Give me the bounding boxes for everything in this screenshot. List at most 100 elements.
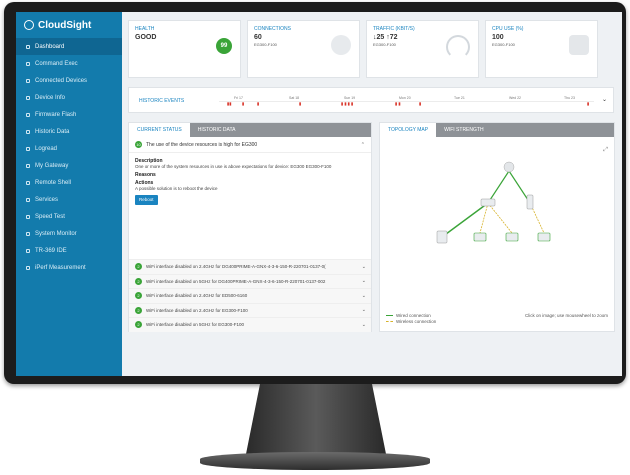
list-item[interactable]: 2 WiFi interface disabled on 5GHz for EG3… — [129, 317, 371, 332]
sidebar-item-label: Speed Test — [35, 213, 65, 220]
alert-body: Description One or more of the system re… — [129, 153, 371, 208]
card-title: CPU USE (%) — [492, 26, 524, 32]
sidebar-item-device-info[interactable]: Device Info — [16, 89, 122, 106]
monitor-stand — [246, 384, 386, 454]
chevron-down-icon[interactable]: ⌄ — [362, 264, 366, 270]
brand[interactable]: CloudSight — [16, 12, 122, 38]
actions-text: A possible solution is to reboot the dev… — [135, 186, 218, 191]
gauge-icon — [446, 35, 470, 59]
list-item[interactable]: 2 WiFi interface disabled on 2.4GHz for E… — [129, 302, 371, 317]
alert-count-badge: 10 — [135, 141, 142, 148]
timeline-day: Fri 17 — [234, 96, 243, 100]
sidebar-item-command-exec[interactable]: Command Exec — [16, 55, 122, 72]
log-icon — [26, 146, 30, 151]
alert-count-badge: 2 — [135, 306, 142, 314]
sidebar: CloudSight Dashboard Command Exec Connec… — [16, 12, 122, 376]
sidebar-item-dashboard[interactable]: Dashboard — [16, 38, 122, 55]
sidebar-item-speed-test[interactable]: Speed Test — [16, 208, 122, 225]
event-marker[interactable]: ▮ — [299, 101, 301, 106]
topology-panel: TOPOLOGY MAP WIFI STRENGTH ⤢ Wired conne… — [379, 122, 615, 332]
connections-card[interactable]: CONNECTIONS 60 EG300-F100 — [247, 20, 360, 78]
sidebar-item-system-monitor[interactable]: System Monitor — [16, 225, 122, 242]
event-marker[interactable]: ▮ ▮ — [395, 101, 401, 106]
device-node-icon — [473, 232, 487, 242]
alert-text: WiFi interface disabled on 5GHz for EG30… — [146, 322, 245, 328]
alert-text: WiFi interface disabled on 2.4GHz for EG… — [146, 307, 248, 313]
tab-topology-map[interactable]: TOPOLOGY MAP — [380, 123, 437, 137]
health-score-badge: 99 — [216, 38, 232, 54]
chevron-down-icon[interactable]: ⌄ — [362, 322, 366, 328]
event-marker[interactable]: ▮ — [419, 101, 421, 106]
main-content: HEALTH GOOD 99 CONNECTIONS 60 EG300-F100… — [122, 12, 622, 376]
extender-node-icon — [526, 194, 534, 210]
alert-text: WiFi interface disabled on 2.4GHz for DG… — [146, 264, 326, 270]
device-node-icon — [505, 232, 519, 242]
sidebar-item-remote-shell[interactable]: Remote Shell — [16, 174, 122, 191]
tab-current-status[interactable]: CURRENT STATUS — [129, 123, 190, 137]
cpu-card[interactable]: CPU USE (%) 100 EG300-F100 — [485, 20, 598, 78]
wired-link — [487, 170, 510, 204]
sidebar-item-label: TR-369 IDE — [35, 247, 67, 254]
chevron-up-icon[interactable]: ⌃ — [361, 142, 365, 148]
events-title: HISTORIC EVENTS — [139, 98, 185, 104]
alert-text: WiFi interface disabled on 2.4GHz for ED… — [146, 293, 248, 299]
router-node-icon — [480, 198, 496, 207]
card-title: CONNECTIONS — [254, 26, 291, 32]
info-icon — [26, 95, 30, 100]
alert-count-badge: 2 — [135, 263, 142, 271]
events-timeline[interactable] — [219, 101, 594, 102]
wired-line-icon — [386, 315, 393, 317]
legend-label: Wired connection — [396, 313, 431, 318]
chip-icon — [26, 112, 30, 117]
sidebar-item-services[interactable]: Services — [16, 191, 122, 208]
list-item[interactable]: 2 WiFi interface disabled on 2.4GHz for E… — [129, 288, 371, 303]
tab-historic-data[interactable]: HISTORIC DATA — [190, 123, 244, 137]
chevron-down-icon[interactable]: ⌄ — [602, 96, 607, 103]
chevron-down-icon[interactable]: ⌄ — [362, 307, 366, 313]
alert-header[interactable]: 10 The use of the device resources is hi… — [129, 137, 371, 153]
sidebar-item-historic-data[interactable]: Historic Data — [16, 123, 122, 140]
wireless-line-icon — [386, 321, 393, 323]
event-marker[interactable]: ▮ — [587, 101, 589, 106]
sidebar-item-connected-devices[interactable]: Connected Devices — [16, 72, 122, 89]
event-marker[interactable]: ▮ — [242, 101, 244, 106]
sidebar-item-label: My Gateway — [35, 162, 69, 169]
sidebar-item-label: Connected Devices — [35, 77, 88, 84]
health-card[interactable]: HEALTH GOOD 99 — [128, 20, 241, 78]
event-marker[interactable]: ▮▮ — [227, 101, 231, 106]
sidebar-item-label: System Monitor — [35, 230, 77, 237]
sidebar-item-logread[interactable]: Logread — [16, 140, 122, 157]
event-marker[interactable]: ▮ — [257, 101, 259, 106]
timeline-day: Wed 22 — [509, 96, 521, 100]
alert-count-badge: 2 — [135, 321, 142, 329]
sidebar-item-label: Remote Shell — [35, 179, 72, 186]
topology-map[interactable] — [380, 137, 616, 307]
traffic-card[interactable]: TRAFFIC (KBIT/S) ↓25 ↑72 EG300-F100 — [366, 20, 479, 78]
list-item[interactable]: 2 WiFi interface disabled on 2.4GHz for D… — [129, 259, 371, 274]
tab-wifi-strength[interactable]: WIFI STRENGTH — [436, 123, 491, 137]
reboot-button[interactable]: Reboot — [135, 195, 158, 205]
timeline-day: Sun 19 — [344, 96, 356, 100]
event-marker[interactable]: ▮ ▮ ▮ ▮ — [341, 101, 353, 106]
cloud-logo-icon — [24, 20, 34, 30]
screen: CloudSight Dashboard Command Exec Connec… — [16, 12, 622, 376]
list-item[interactable]: 2 WiFi interface disabled on 5GHz for DG4… — [129, 273, 371, 288]
sidebar-item-iperf-measurement[interactable]: iPerf Measurement — [16, 259, 122, 276]
wired-link — [441, 202, 489, 238]
code-icon — [26, 248, 30, 253]
sidebar-item-my-gateway[interactable]: My Gateway — [16, 157, 122, 174]
historic-events-bar: HISTORIC EVENTS Fri 17 Sat 18 Sun 19 Mon… — [128, 87, 614, 113]
chevron-down-icon[interactable]: ⌄ — [362, 293, 366, 299]
alert-count-badge: 2 — [135, 277, 142, 285]
device-node-icon — [537, 232, 551, 242]
sidebar-item-firmware-flash[interactable]: Firmware Flash — [16, 106, 122, 123]
sidebar-item-label: Services — [35, 196, 59, 203]
chevron-down-icon[interactable]: ⌄ — [362, 278, 366, 284]
topology-tabs: TOPOLOGY MAP WIFI STRENGTH — [380, 123, 614, 137]
sidebar-item-label: Device Info — [35, 94, 66, 101]
alert-text: WiFi interface disabled on 5GHz for DG40… — [146, 278, 326, 284]
timeline-day: Tue 21 — [454, 96, 465, 100]
sidebar-item-tr369-ide[interactable]: TR-369 IDE — [16, 242, 122, 259]
speedometer-icon — [26, 214, 30, 219]
alert-title: The use of the device resources is high … — [146, 141, 258, 148]
